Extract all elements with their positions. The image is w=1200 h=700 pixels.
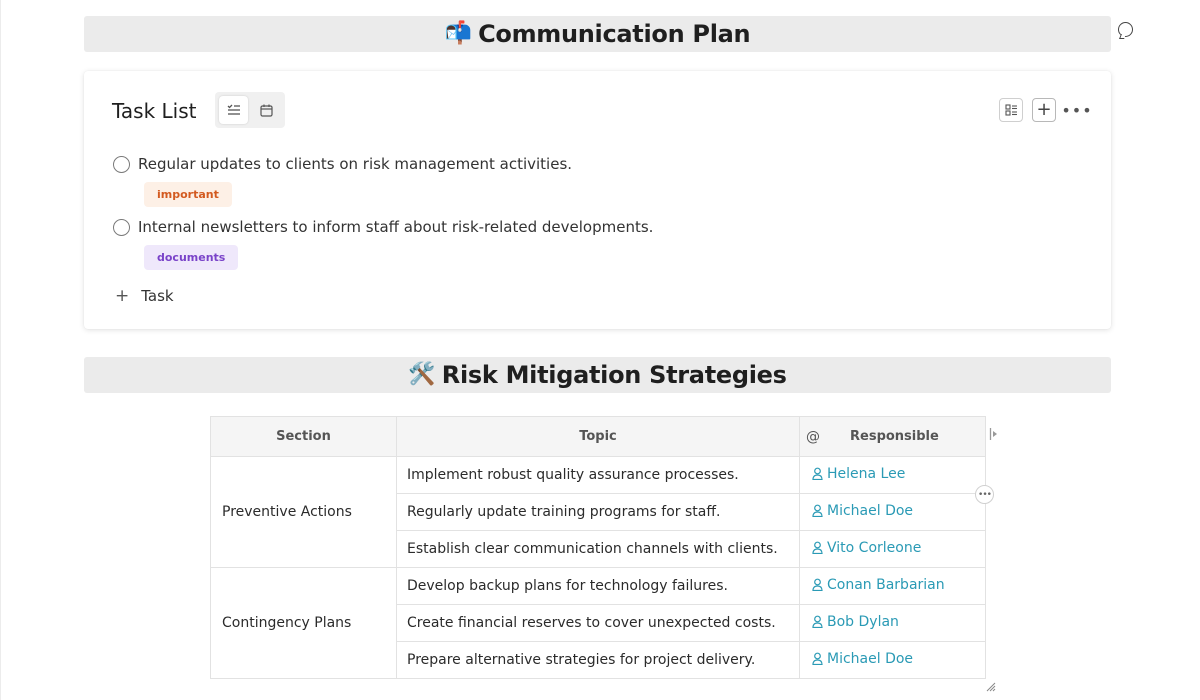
table-header-row: Section Topic @ Responsible bbox=[210, 416, 986, 457]
table-row: Preventive Actions Implement robust qual… bbox=[210, 456, 986, 568]
topic-cell[interactable]: Establish clear communication channels w… bbox=[396, 530, 800, 568]
document-page: 📬 Communication Plan Task List + ••• Reg… bbox=[0, 0, 1200, 700]
responsible-name: Michael Doe bbox=[827, 502, 914, 519]
tag-documents[interactable]: documents bbox=[144, 245, 239, 270]
responsible-name: Bob Dylan bbox=[827, 613, 899, 630]
person-icon bbox=[812, 541, 823, 555]
person-icon bbox=[812, 467, 823, 481]
responsible-cell[interactable]: Conan Barbarian bbox=[799, 567, 986, 605]
header-topic[interactable]: Topic bbox=[396, 416, 800, 457]
responsible-cell[interactable]: Michael Doe bbox=[799, 641, 986, 679]
task-text[interactable]: Internal newsletters to inform staff abo… bbox=[138, 218, 653, 236]
task-checkbox[interactable] bbox=[113, 218, 130, 236]
risk-table: Section Topic @ Responsible Preventive A… bbox=[210, 416, 986, 679]
card-actions: + ••• bbox=[999, 98, 1092, 122]
task-text[interactable]: Regular updates to clients on risk manag… bbox=[138, 155, 572, 173]
row-more-icon[interactable]: ••• bbox=[975, 485, 994, 504]
tag-important[interactable]: important bbox=[144, 182, 232, 207]
tools-emoji-icon: 🛠️ bbox=[408, 362, 436, 387]
risk-mitigation-title: Risk Mitigation Strategies bbox=[441, 361, 787, 389]
more-icon: ••• bbox=[1061, 100, 1093, 120]
checklist-view-icon bbox=[227, 104, 240, 115]
responsible-cell[interactable]: Michael Doe bbox=[799, 493, 986, 531]
responsible-name: Conan Barbarian bbox=[827, 576, 945, 593]
topic-cell[interactable]: Implement robust quality assurance proce… bbox=[396, 456, 800, 494]
calendar-view-button[interactable] bbox=[252, 96, 281, 124]
person-icon bbox=[812, 504, 823, 518]
calendar-view-icon bbox=[260, 104, 273, 117]
table-row: Contingency Plans Develop backup plans f… bbox=[210, 567, 986, 679]
topic-cell[interactable]: Prepare alternative strategies for proje… bbox=[396, 641, 800, 679]
responsible-name: Vito Corleone bbox=[827, 539, 922, 556]
more-options-button[interactable]: ••• bbox=[1061, 98, 1091, 122]
add-task-label: Task bbox=[141, 287, 174, 305]
task-item: Regular updates to clients on risk manag… bbox=[113, 155, 572, 173]
add-task-button[interactable]: + Task bbox=[115, 286, 174, 306]
plus-icon: + bbox=[115, 286, 130, 306]
layout-button[interactable] bbox=[999, 98, 1023, 122]
responsible-name: Michael Doe bbox=[827, 650, 914, 667]
task-checkbox[interactable] bbox=[113, 155, 130, 173]
responsible-cell[interactable]: Vito Corleone bbox=[799, 530, 986, 568]
mailbox-emoji-icon: 📬 bbox=[444, 21, 473, 46]
task-list-card: Task List + ••• Regular updates to clien… bbox=[84, 71, 1111, 329]
task-item: Internal newsletters to inform staff abo… bbox=[113, 218, 653, 236]
layout-icon bbox=[1004, 104, 1017, 116]
header-responsible[interactable]: @ Responsible bbox=[799, 416, 986, 457]
responsible-cell[interactable]: Helena Lee bbox=[799, 456, 986, 494]
add-button[interactable]: + bbox=[1032, 98, 1056, 122]
person-icon bbox=[812, 578, 823, 592]
section-cell[interactable]: Preventive Actions bbox=[210, 456, 397, 568]
communication-plan-title: Communication Plan bbox=[478, 20, 751, 48]
topic-cell[interactable]: Create financial reserves to cover unexp… bbox=[396, 604, 800, 642]
task-list-title: Task List bbox=[112, 99, 197, 123]
topic-cell[interactable]: Regularly update training programs for s… bbox=[396, 493, 800, 531]
header-responsible-label: Responsible bbox=[850, 429, 939, 444]
comment-icon[interactable] bbox=[1118, 22, 1133, 37]
section-cell[interactable]: Contingency Plans bbox=[210, 567, 397, 679]
responsible-name: Helena Lee bbox=[827, 465, 906, 482]
risk-mitigation-heading: 🛠️ Risk Mitigation Strategies bbox=[84, 357, 1111, 393]
resize-handle-icon[interactable] bbox=[986, 677, 996, 692]
header-section[interactable]: Section bbox=[210, 416, 397, 457]
mention-icon: @ bbox=[806, 428, 820, 445]
view-toggle bbox=[215, 92, 285, 128]
person-icon bbox=[812, 615, 823, 629]
responsible-cell[interactable]: Bob Dylan bbox=[799, 604, 986, 642]
expand-column-icon[interactable] bbox=[989, 427, 999, 444]
person-icon bbox=[812, 652, 823, 666]
checklist-view-button[interactable] bbox=[219, 96, 248, 124]
communication-plan-heading: 📬 Communication Plan bbox=[84, 16, 1111, 52]
topic-cell[interactable]: Develop backup plans for technology fail… bbox=[396, 567, 800, 605]
plus-icon: + bbox=[1036, 99, 1052, 120]
